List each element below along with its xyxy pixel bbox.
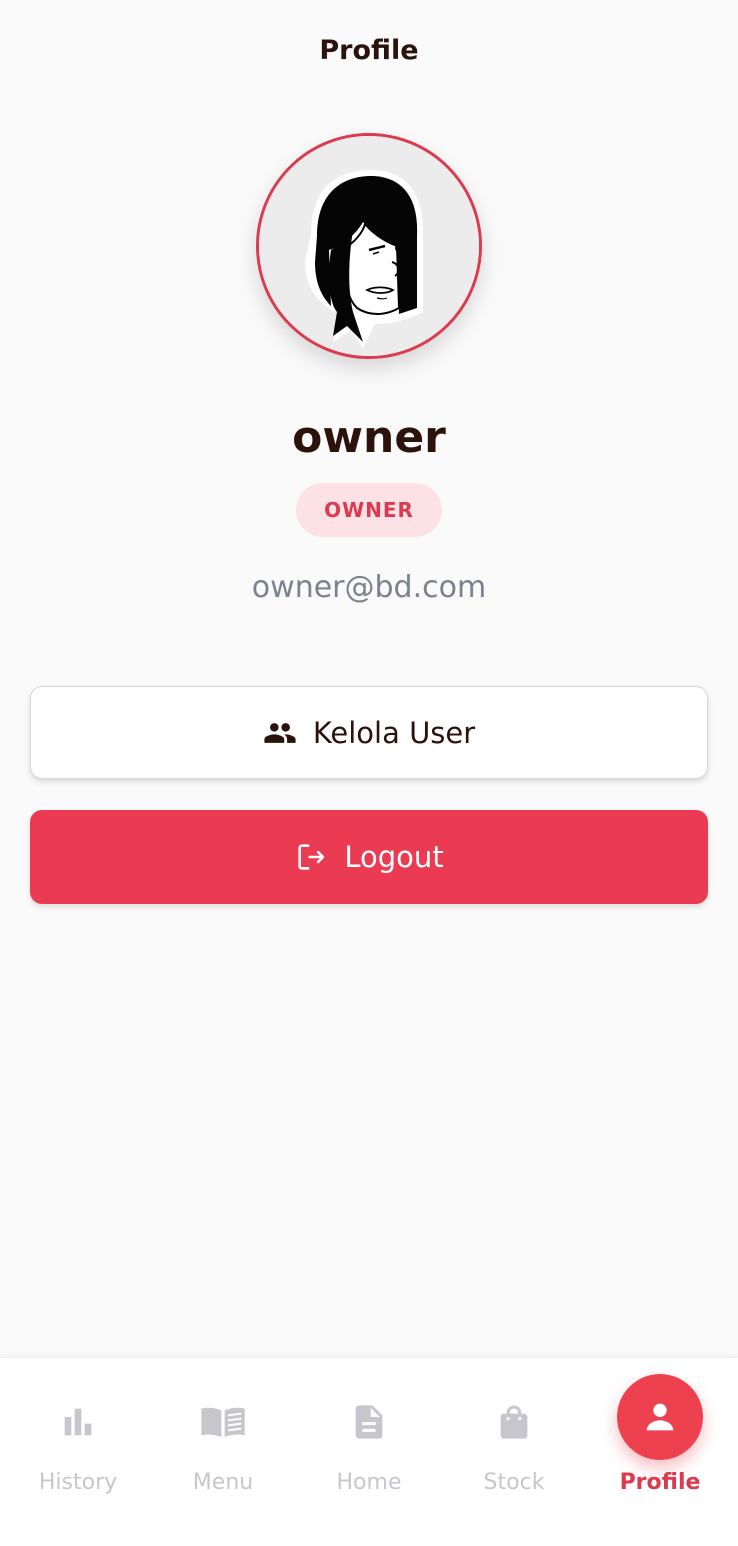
logout-button[interactable]: Logout (30, 810, 708, 904)
nav-item-profile[interactable]: Profile (587, 1358, 733, 1546)
profile-email: owner@bd.com (251, 570, 487, 605)
book-icon (195, 1394, 251, 1450)
people-icon (263, 716, 297, 750)
active-tab-indicator (617, 1374, 703, 1460)
bar-chart-icon (50, 1394, 106, 1450)
nav-label-stock: Stock (483, 1470, 545, 1495)
nav-label-history: History (38, 1470, 118, 1495)
person-icon (646, 1403, 674, 1431)
nav-label-home: Home (336, 1470, 402, 1495)
document-icon (341, 1394, 397, 1450)
nav-item-home[interactable]: Home (296, 1358, 442, 1546)
nav-item-menu[interactable]: Menu (150, 1358, 296, 1546)
manage-users-label: Kelola User (312, 715, 476, 750)
nav-label-menu: Menu (192, 1470, 254, 1495)
page-title: Profile (319, 35, 419, 66)
role-badge: OWNER (296, 483, 442, 537)
nav-item-stock[interactable]: Stock (441, 1358, 587, 1546)
avatar-cartoon-girl-icon (259, 136, 479, 356)
bottom-navigation: History Menu Home Stock Profile (0, 1357, 738, 1546)
shopping-bag-icon (486, 1394, 542, 1450)
logout-label: Logout (344, 840, 444, 874)
profile-screen: Profile owner OWNER owner@bd.com Kelola … (0, 0, 738, 1546)
nav-label-profile: Profile (619, 1470, 701, 1495)
logout-icon (294, 840, 328, 874)
profile-name: owner (292, 412, 446, 463)
avatar[interactable] (256, 133, 482, 359)
nav-item-history[interactable]: History (5, 1358, 151, 1546)
manage-users-button[interactable]: Kelola User (30, 686, 708, 779)
